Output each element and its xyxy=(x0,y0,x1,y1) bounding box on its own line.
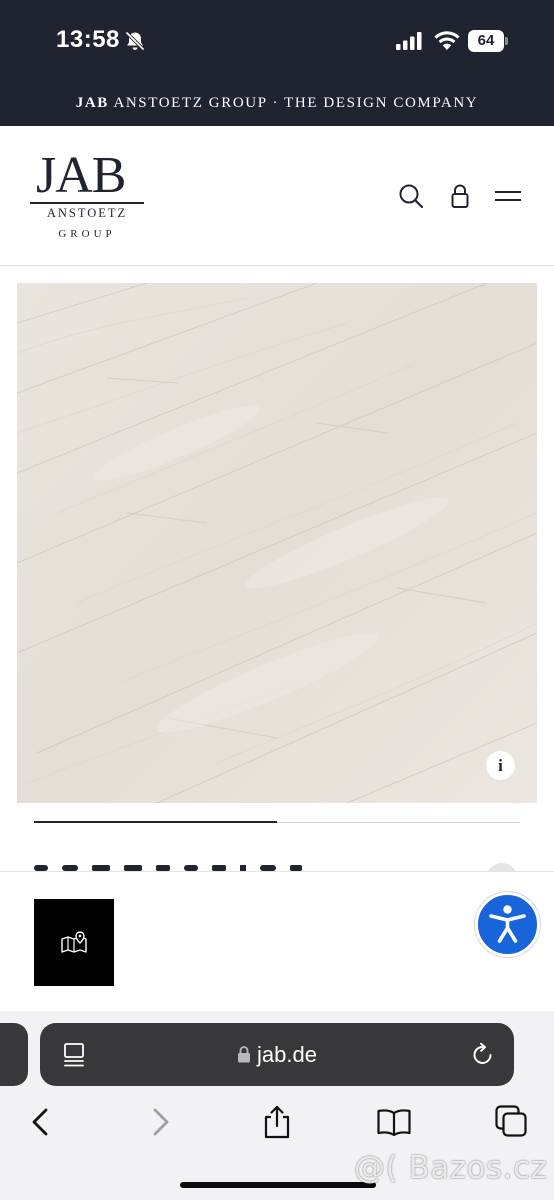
logo-line2: ANSTOETZ xyxy=(46,206,128,220)
accessibility-button[interactable] xyxy=(475,892,540,957)
logo-line3: GROUP xyxy=(58,228,116,240)
url-text: jab.de xyxy=(257,1042,317,1067)
accessibility-icon xyxy=(489,905,526,943)
status-bar: 13:58 64 xyxy=(0,0,554,84)
home-indicator xyxy=(180,1182,376,1188)
clipped-section xyxy=(0,855,554,871)
product-image[interactable] xyxy=(17,283,537,803)
wifi-icon xyxy=(434,31,460,50)
store-locator-button[interactable] xyxy=(34,899,114,986)
search-icon[interactable] xyxy=(397,182,425,210)
banner-text: ANSTOETZ GROUP · THE DESIGN COMPANY xyxy=(113,95,479,111)
banner-brand: JAB xyxy=(75,95,109,111)
clipped-toggle xyxy=(486,863,518,871)
address-bar[interactable]: jab.de xyxy=(40,1023,514,1086)
top-banner[interactable]: JAB ANSTOETZ GROUP · THE DESIGN COMPANY xyxy=(0,84,554,126)
gallery-progress-fill xyxy=(34,821,277,823)
bookmarks-icon[interactable] xyxy=(376,1104,412,1140)
watermark: @( Bazos.cz xyxy=(354,1150,548,1186)
logo-wordmark: JAB xyxy=(36,147,126,204)
floor-texture xyxy=(17,283,537,803)
url-lock-icon xyxy=(238,1046,251,1063)
bell-slash-icon xyxy=(125,31,145,51)
url-display[interactable]: jab.de xyxy=(40,1023,514,1086)
previous-tab-peek[interactable] xyxy=(0,1023,28,1086)
share-icon[interactable] xyxy=(259,1104,295,1140)
image-info-button[interactable]: i xyxy=(486,751,515,780)
site-header: JAB ANSTOETZ GROUP xyxy=(0,126,554,266)
clipped-heading-glyphs xyxy=(34,865,302,871)
menu-icon[interactable] xyxy=(494,182,522,210)
battery-icon: 64 xyxy=(468,30,508,52)
jab-logo[interactable]: JAB ANSTOETZ GROUP xyxy=(30,150,144,244)
logo-rule xyxy=(30,202,144,204)
battery-tip xyxy=(505,37,508,45)
screen: 13:58 64 JAB ANSTOETZ GROUP · THE DESIGN… xyxy=(0,0,554,1200)
sticky-bar xyxy=(0,871,554,1011)
back-icon[interactable] xyxy=(23,1104,59,1140)
map-pin-icon xyxy=(61,931,87,953)
battery-level: 64 xyxy=(468,30,504,52)
status-time: 13:58 xyxy=(56,26,120,53)
cellular-signal-icon xyxy=(396,32,422,50)
lock-icon[interactable] xyxy=(446,182,474,210)
reload-icon[interactable] xyxy=(470,1042,496,1068)
tabs-icon[interactable] xyxy=(494,1104,530,1140)
forward-icon xyxy=(153,1108,169,1136)
